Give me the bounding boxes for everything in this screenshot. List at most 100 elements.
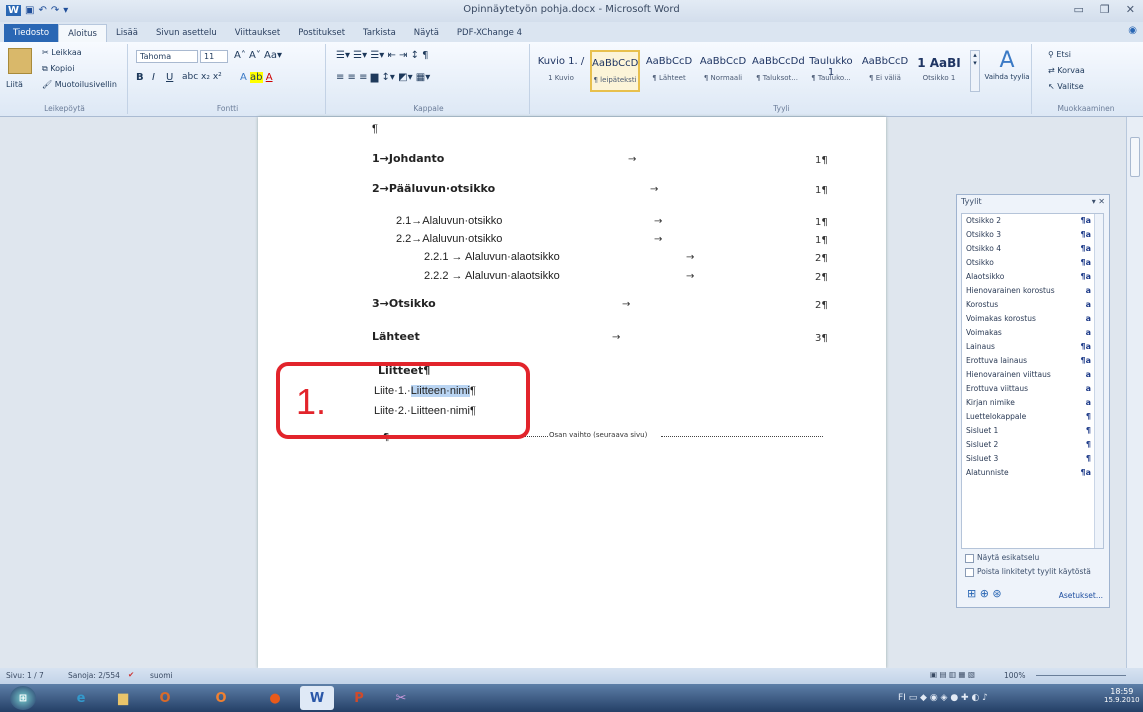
vertical-scrollbar[interactable] xyxy=(1126,117,1143,668)
scroll-thumb[interactable] xyxy=(1130,137,1140,177)
internet-explorer-icon[interactable]: e xyxy=(64,686,98,710)
toc-entry[interactable]: 1→Johdanto xyxy=(372,152,444,165)
style-list-item[interactable]: Hienovarainen viittaus a xyxy=(962,368,1103,382)
style-list-item[interactable]: Kirjan nimike a xyxy=(962,396,1103,410)
show-preview-checkbox[interactable]: Näytä esikatselu xyxy=(965,553,1039,563)
powerpoint-icon[interactable]: O xyxy=(204,686,238,710)
toc-entry[interactable]: 2.1→Alaluvun·otsikko xyxy=(396,215,502,227)
start-button-icon[interactable]: ⊞ xyxy=(10,686,36,710)
pane-close-icon[interactable]: ▾ ✕ xyxy=(1092,197,1105,206)
font-size-field[interactable]: 11 xyxy=(200,50,228,63)
paragraph-style-icon: ¶a xyxy=(1080,342,1092,351)
close-icon[interactable]: ✕ xyxy=(1126,3,1135,16)
tab-home[interactable]: Aloitus xyxy=(58,24,107,42)
tab-arrow-icon: → xyxy=(622,299,631,310)
toc-entry[interactable]: Lähteet xyxy=(372,330,420,343)
font-name-field[interactable]: Tahoma xyxy=(136,50,198,63)
toc-entry[interactable]: 2→Pääluvun·otsikko xyxy=(372,182,495,195)
toc-entry[interactable]: 2.2.1 → Alaluvun·alaotsikko xyxy=(424,251,560,263)
underline-button[interactable]: U xyxy=(166,72,173,83)
zoom-level[interactable]: 100% xyxy=(1004,671,1025,680)
paste-icon[interactable] xyxy=(8,48,32,74)
replace-button[interactable]: ⇄ Korvaa xyxy=(1048,66,1085,75)
grow-shrink-font-buttons[interactable]: A˄ A˅ Aa▾ xyxy=(234,50,282,61)
styles-list[interactable]: Otsikko 2 ¶a Otsikko 3 ¶a Otsikko 4 ¶a Otsi… xyxy=(961,213,1104,549)
paste-button[interactable]: Liitä xyxy=(6,80,23,89)
style-list-item[interactable]: Otsikko ¶a xyxy=(962,256,1103,270)
powerpoint-taskbar-icon[interactable]: P xyxy=(342,686,376,710)
style-list-item[interactable]: Alatunniste ¶a xyxy=(962,466,1103,480)
style-list-item[interactable]: Erottuva lainaus ¶a xyxy=(962,354,1103,368)
style-lahteet[interactable]: AaBbCcD ¶ Lähteet xyxy=(644,50,694,92)
language-indicator[interactable]: suomi xyxy=(150,671,173,680)
style-list-item[interactable]: Sisluet 3 ¶ xyxy=(962,452,1103,466)
page-indicator[interactable]: Sivu: 1 / 7 xyxy=(6,671,44,680)
format-painter-button[interactable]: 🖌 Muotoilusivellin xyxy=(42,80,117,89)
tab-pdf-xchange[interactable]: PDF-XChange 4 xyxy=(448,24,531,42)
find-button[interactable]: ⚲ Etsi xyxy=(1048,50,1071,59)
word-count[interactable]: Sanoja: 2/554 xyxy=(68,671,120,680)
style-ei-valia[interactable]: AaBbCcD ¶ Ei väliä xyxy=(860,50,910,92)
style-list-item[interactable]: Voimakas korostus a xyxy=(962,312,1103,326)
tab-mailings[interactable]: Postitukset xyxy=(289,24,354,42)
style-otsikko-1[interactable]: 1 AaBI Otsikko 1 xyxy=(914,50,964,92)
cut-button[interactable]: ✂ Leikkaa xyxy=(42,48,82,57)
style-taulukko[interactable]: Taulukko 1 ¶ Tauluko... xyxy=(806,50,856,92)
select-button[interactable]: ↖ Valitse xyxy=(1048,82,1084,91)
toc-page: 1¶ xyxy=(815,185,828,196)
restore-icon[interactable]: ❐ xyxy=(1100,3,1110,16)
style-normaali[interactable]: AaBbCcD ¶ Normaali xyxy=(698,50,748,92)
style-kuvio[interactable]: Kuvio 1. /1 Kuvio xyxy=(536,50,586,92)
toc-entry[interactable]: 2.2→Alaluvun·otsikko xyxy=(396,233,502,245)
style-list-item[interactable]: Erottuva viittaus a xyxy=(962,382,1103,396)
copy-button[interactable]: ⧉ Kopioi xyxy=(42,64,74,74)
italic-button[interactable]: I xyxy=(152,72,155,83)
clock[interactable]: 18:59 15.9.2010 xyxy=(1104,687,1140,704)
change-styles-button[interactable]: A Vaihda tyylia xyxy=(984,48,1030,81)
character-style-icon: a xyxy=(1085,384,1091,393)
tab-file[interactable]: Tiedosto xyxy=(4,24,59,42)
toc-entry[interactable]: 2.2.2 → Alaluvun·alaotsikko xyxy=(424,270,560,282)
view-buttons[interactable]: ▣ ▤ ▥ ▦ ▧ xyxy=(930,670,975,679)
list-buttons[interactable]: ☰▾ ☰▾ ☰▾ ⇤ ⇥ ↕ ¶ xyxy=(336,50,429,61)
explorer-folder-icon[interactable]: ▆ xyxy=(106,686,140,710)
style-list-item[interactable]: Sisluet 2 ¶ xyxy=(962,438,1103,452)
firefox-icon[interactable]: ● xyxy=(258,686,292,710)
style-list-item[interactable]: Sisluet 1 ¶ xyxy=(962,424,1103,438)
strike-sub-sup-buttons[interactable]: abc x₂ x² xyxy=(182,72,222,82)
alignment-buttons[interactable]: ≡ ≡ ≡ ▆ ↕▾ ◩▾ ▦▾ xyxy=(336,72,430,83)
tab-review[interactable]: Tarkista xyxy=(354,24,405,42)
bold-button[interactable]: B xyxy=(136,72,144,83)
style-leipateksti[interactable]: AaBbCcD ¶ leipäteksti xyxy=(590,50,640,92)
style-taluksot[interactable]: AaBbCcDd ¶ Taluksot... xyxy=(752,50,805,92)
style-list-item[interactable]: Alaotsikko ¶a xyxy=(962,270,1103,284)
styles-pane[interactable]: Tyylit ▾ ✕ Otsikko 2 ¶a Otsikko 3 ¶a Otsikk… xyxy=(956,194,1110,608)
tab-references[interactable]: Viittaukset xyxy=(226,24,290,42)
style-list-item[interactable]: Lainaus ¶a xyxy=(962,340,1103,354)
options-link[interactable]: Asetukset... xyxy=(1059,591,1103,600)
toc-entry[interactable]: 3→Otsikko xyxy=(372,297,436,310)
style-list-item[interactable]: Hienovarainen korostus a xyxy=(962,284,1103,298)
snipping-tool-icon[interactable]: ✂ xyxy=(384,686,418,710)
style-list-item[interactable]: Voimakas a xyxy=(962,326,1103,340)
style-list-item[interactable]: Luettelokappale ¶ xyxy=(962,410,1103,424)
tab-insert[interactable]: Lisää xyxy=(107,24,147,42)
minimize-icon[interactable]: ▭ xyxy=(1074,3,1084,16)
styles-scroll-icon[interactable]: ▴ ▾ xyxy=(970,50,980,92)
style-list-item[interactable]: Otsikko 4 ¶a xyxy=(962,242,1103,256)
tab-page-layout[interactable]: Sivun asettelu xyxy=(147,24,226,42)
proofing-icon[interactable]: ✔ xyxy=(128,670,134,679)
system-tray-icons[interactable]: FI ▭ ◆ ◉ ◈ ● ✚ ◐ ♪ xyxy=(898,693,988,703)
style-list-item[interactable]: Korostus a xyxy=(962,298,1103,312)
text-effects-highlight-color-buttons[interactable]: A ab A xyxy=(240,72,273,83)
disable-linked-styles-checkbox[interactable]: Poista linkitetyt tyylit käytöstä xyxy=(965,567,1091,577)
word-taskbar-icon[interactable]: W xyxy=(300,686,334,710)
help-icon[interactable]: ◉ xyxy=(1128,25,1137,36)
styles-list-scrollbar[interactable] xyxy=(1094,214,1103,548)
zoom-slider[interactable] xyxy=(1036,675,1126,676)
style-list-item[interactable]: Otsikko 3 ¶a xyxy=(962,228,1103,242)
outlook-icon[interactable]: O xyxy=(148,686,182,710)
style-list-item[interactable]: Otsikko 2 ¶a xyxy=(962,214,1103,228)
tab-view[interactable]: Näytä xyxy=(405,24,448,42)
new-style-inspector-manage-icons[interactable]: ⊞ ⊕ ⊛ xyxy=(967,587,1002,600)
